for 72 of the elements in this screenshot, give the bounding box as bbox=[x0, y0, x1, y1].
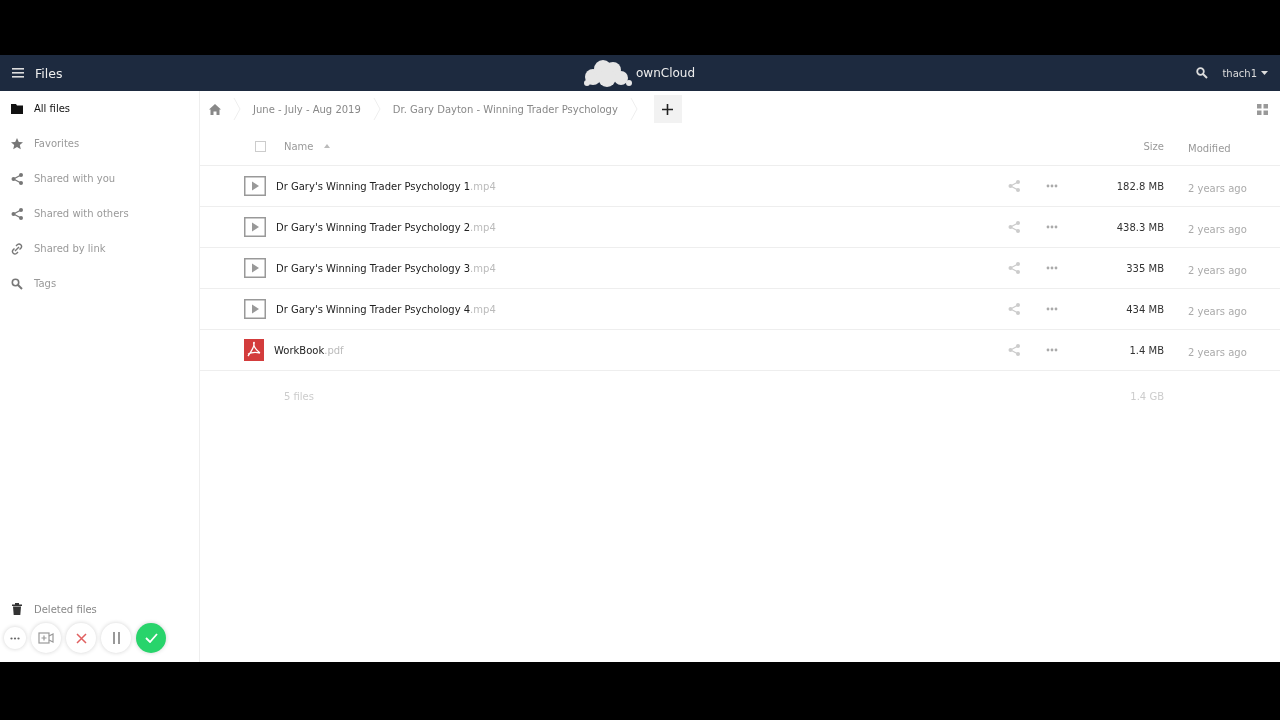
sort-up-icon bbox=[323, 144, 330, 148]
more-icon[interactable] bbox=[1046, 266, 1058, 270]
modified-date: 2 years ago bbox=[1188, 346, 1247, 358]
video-file-icon bbox=[244, 217, 266, 237]
modified-date: 2 years ago bbox=[1188, 223, 1247, 235]
video-file-icon bbox=[244, 176, 266, 196]
breadcrumb-link[interactable]: Dr. Gary Dayton - Winning Trader Psychology bbox=[392, 103, 618, 115]
done-button[interactable] bbox=[136, 623, 166, 653]
share-icon[interactable] bbox=[1008, 303, 1020, 315]
more-icon bbox=[10, 636, 20, 640]
file-name[interactable]: Dr Gary's Winning Trader Psychology 3.mp4 bbox=[276, 262, 496, 274]
column-header[interactable]: Modified bbox=[1188, 142, 1231, 154]
sidebar-item[interactable]: All files bbox=[0, 91, 199, 126]
share-icon bbox=[11, 172, 23, 185]
more-icon[interactable] bbox=[1046, 225, 1058, 229]
search-icon bbox=[11, 277, 23, 290]
share-icon[interactable] bbox=[1008, 221, 1020, 233]
sidebar-item[interactable]: Shared with you bbox=[0, 161, 199, 196]
share-icon[interactable] bbox=[1008, 262, 1020, 274]
file-size: 335 MB bbox=[1126, 262, 1164, 274]
new-button[interactable] bbox=[653, 95, 682, 123]
folder-icon bbox=[11, 102, 23, 115]
video-file-icon bbox=[244, 299, 266, 319]
pdf-file-icon bbox=[244, 339, 264, 361]
link-icon bbox=[11, 242, 23, 255]
file-name[interactable]: Dr Gary's Winning Trader Psychology 4.mp4 bbox=[276, 303, 496, 315]
select-all-checkbox[interactable] bbox=[255, 140, 266, 152]
trash-icon bbox=[11, 603, 23, 615]
grid-view-icon[interactable] bbox=[1257, 103, 1268, 115]
user-menu[interactable]: thach1 bbox=[1222, 67, 1268, 79]
file-size: 182.8 MB bbox=[1116, 180, 1164, 192]
share-icon bbox=[11, 207, 23, 220]
search-icon[interactable] bbox=[1196, 67, 1209, 79]
file-name[interactable]: Dr Gary's Winning Trader Psychology 2.mp4 bbox=[276, 221, 496, 233]
modified-date: 2 years ago bbox=[1188, 264, 1247, 276]
column-header[interactable]: Size bbox=[1143, 140, 1164, 152]
more-icon[interactable] bbox=[1046, 184, 1058, 188]
breadcrumb-link[interactable]: June - July - Aug 2019 bbox=[253, 103, 361, 115]
pause-icon bbox=[111, 632, 121, 644]
app-title: Files bbox=[35, 65, 63, 81]
file-name[interactable]: Dr Gary's Winning Trader Psychology 1.mp4 bbox=[276, 180, 496, 192]
camera-plus-icon bbox=[38, 632, 54, 644]
caret-icon bbox=[1261, 71, 1268, 75]
camera-button[interactable] bbox=[31, 623, 61, 653]
file-size: 434 MB bbox=[1126, 303, 1164, 315]
file-name[interactable]: WorkBook.pdf bbox=[274, 344, 344, 356]
file-size: 1.4 MB bbox=[1129, 344, 1164, 356]
video-file-icon bbox=[244, 258, 266, 278]
pause-button[interactable] bbox=[101, 623, 131, 653]
sidebar-item[interactable]: Deleted files bbox=[0, 597, 199, 621]
file-size: 438.3 MB bbox=[1116, 221, 1164, 233]
more-icon[interactable] bbox=[1046, 348, 1058, 352]
sidebar-item[interactable]: Tags bbox=[0, 266, 199, 301]
more-icon[interactable] bbox=[1046, 307, 1058, 311]
modified-date: 2 years ago bbox=[1188, 182, 1247, 194]
home-icon[interactable] bbox=[209, 103, 221, 115]
cancel-button[interactable] bbox=[66, 623, 96, 653]
share-icon[interactable] bbox=[1008, 180, 1020, 192]
sidebar-item[interactable]: Shared with others bbox=[0, 196, 199, 231]
plus-icon bbox=[662, 103, 674, 115]
menu-icon[interactable] bbox=[12, 68, 24, 78]
check-icon bbox=[144, 633, 158, 643]
star-icon bbox=[11, 137, 23, 150]
modified-date: 2 years ago bbox=[1188, 305, 1247, 317]
column-header[interactable]: Name bbox=[284, 140, 314, 152]
close-icon bbox=[75, 632, 87, 644]
brand-name: ownCloud bbox=[636, 66, 696, 80]
cloud-logo-icon bbox=[583, 59, 633, 87]
sidebar-item[interactable]: Favorites bbox=[0, 126, 199, 161]
share-icon[interactable] bbox=[1008, 344, 1020, 356]
more-button[interactable] bbox=[4, 627, 26, 649]
sidebar-item[interactable]: Shared by link bbox=[0, 231, 199, 266]
